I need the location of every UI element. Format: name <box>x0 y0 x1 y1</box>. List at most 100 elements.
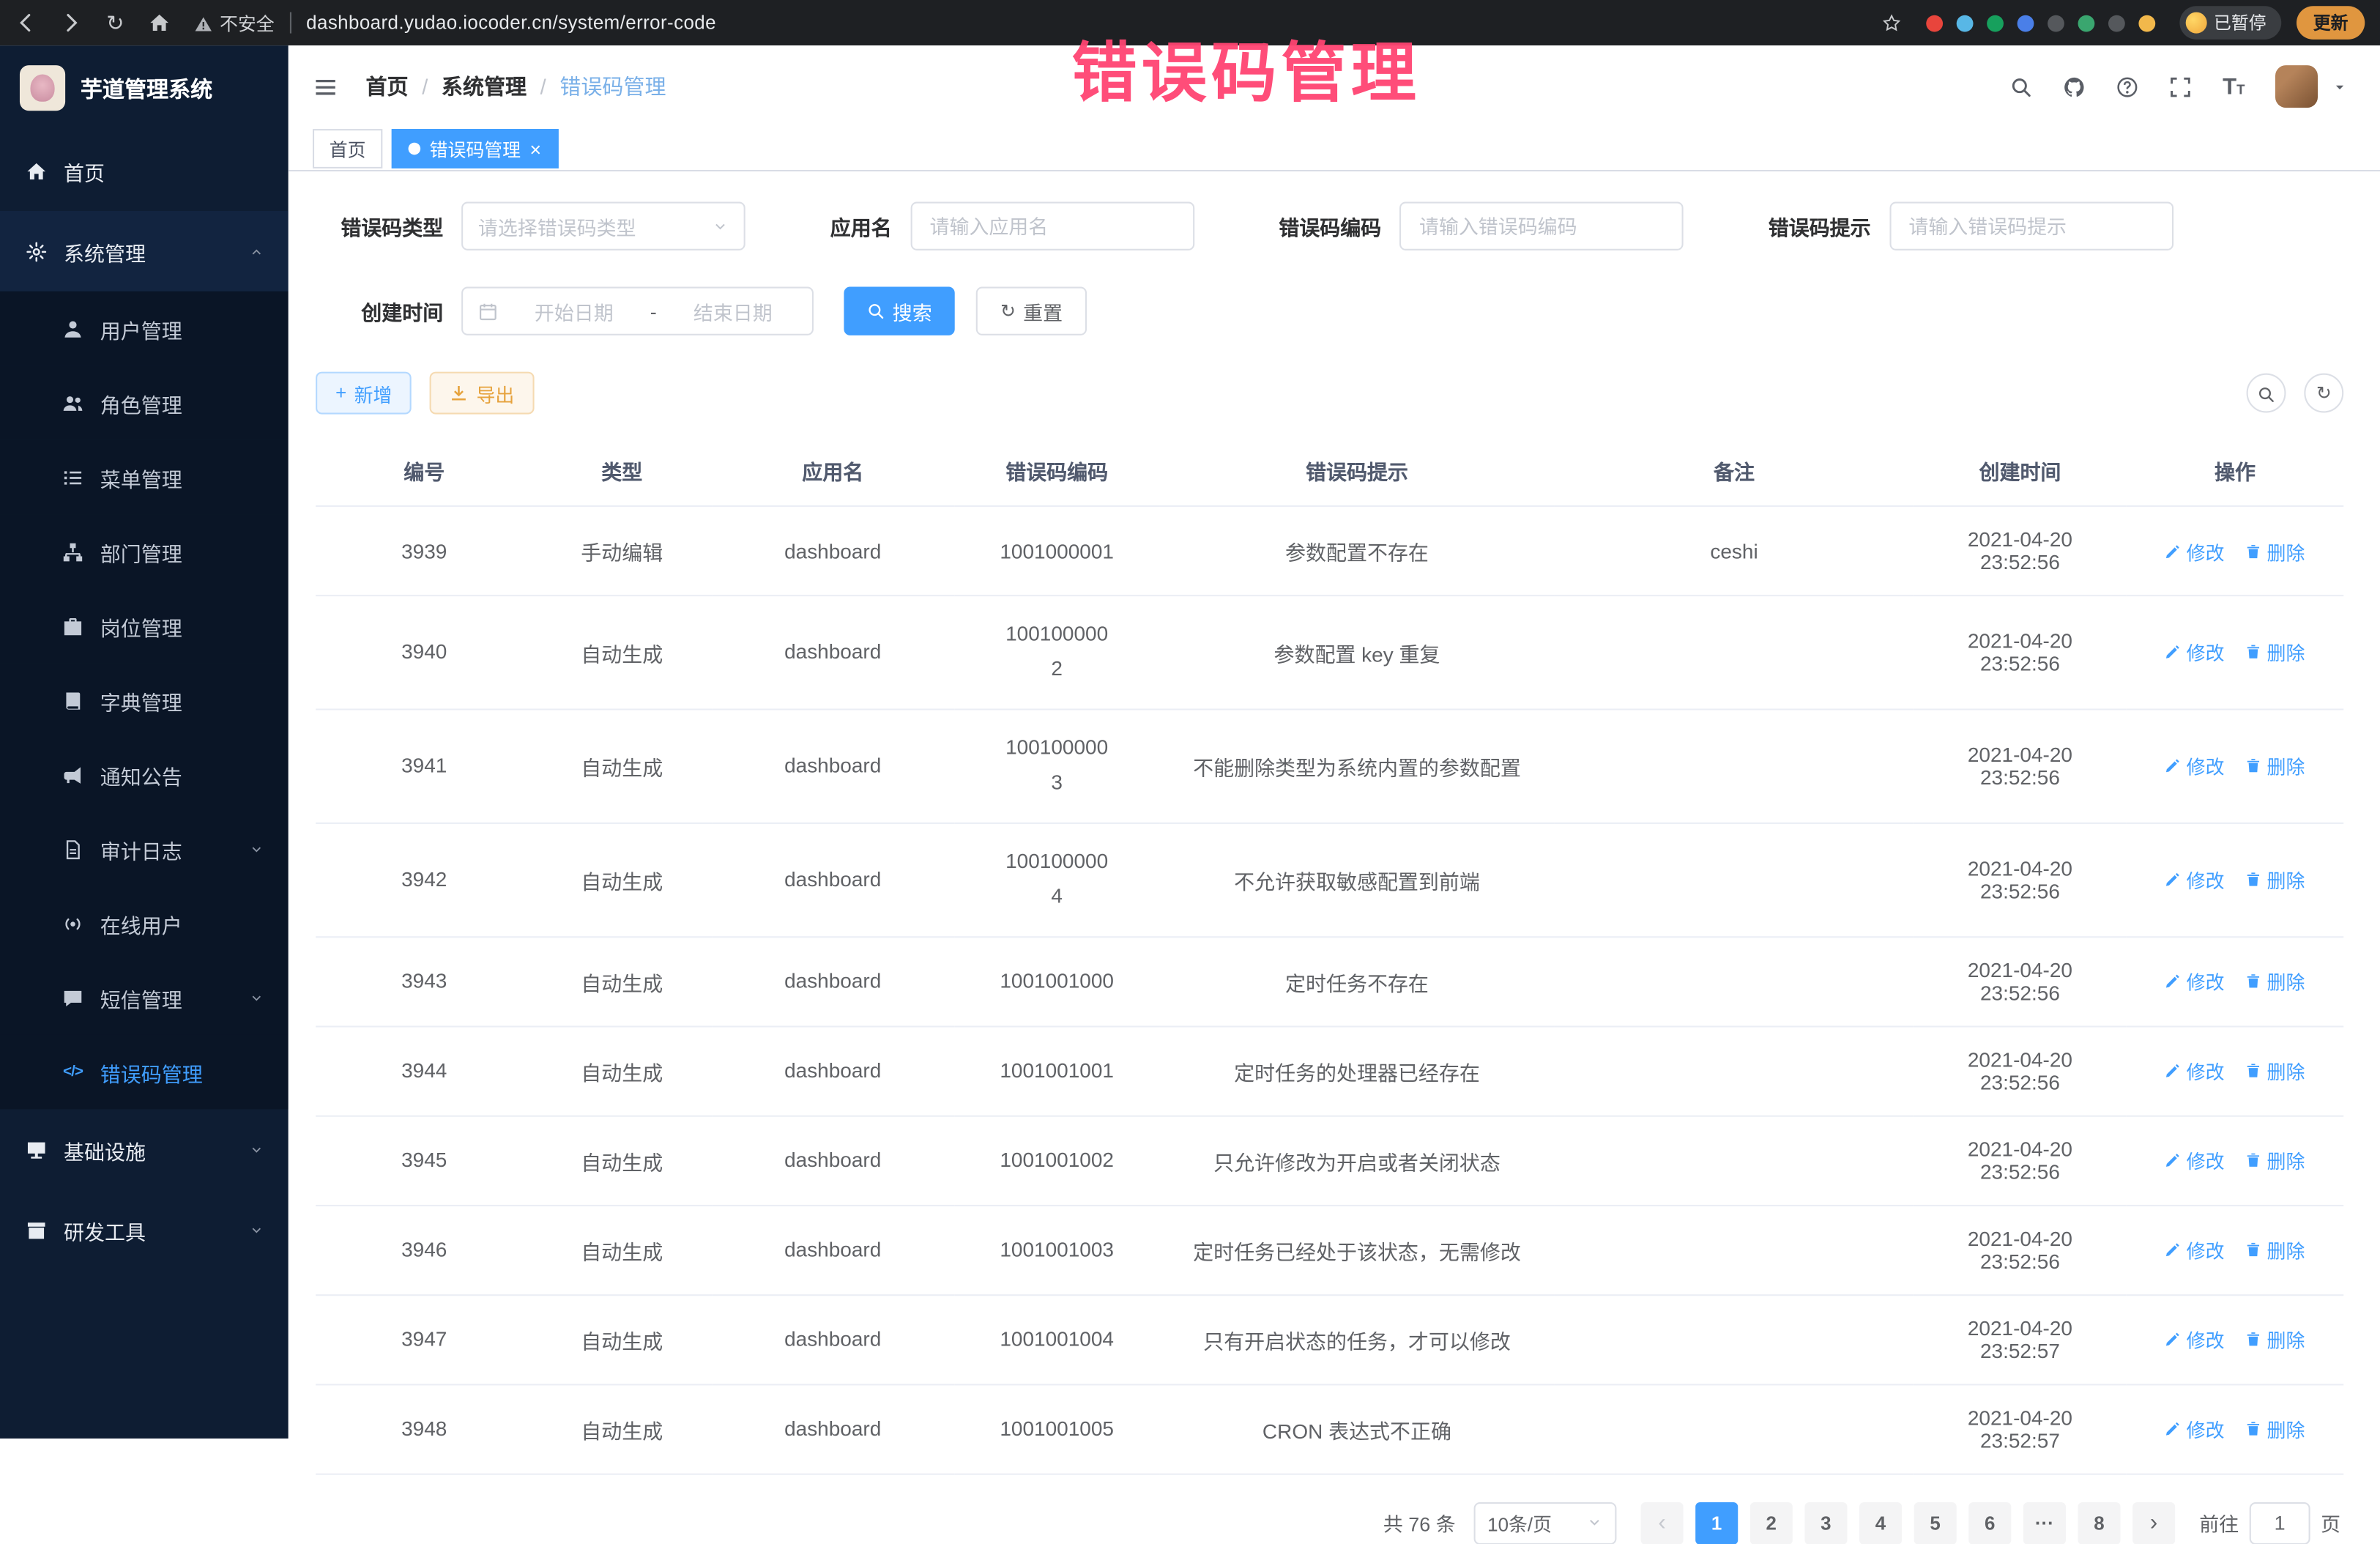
cell-id: 3944 <box>316 1026 532 1116</box>
delete-link[interactable]: 删除 <box>2246 1236 2305 1264</box>
sidebar-item-user-management[interactable]: 用户管理 <box>0 292 289 366</box>
page-button-8[interactable]: 8 <box>2078 1502 2120 1544</box>
page-button-2[interactable]: 2 <box>1750 1502 1793 1544</box>
edit-link[interactable]: 修改 <box>2165 1414 2225 1443</box>
github-icon[interactable] <box>2063 75 2086 98</box>
delete-link[interactable]: 删除 <box>2246 536 2305 565</box>
delete-link[interactable]: 删除 <box>2246 865 2305 894</box>
extension-dark-pin-icon[interactable] <box>2108 15 2124 31</box>
browser-home-icon[interactable] <box>149 12 170 34</box>
extension-teal-icon[interactable] <box>2077 15 2094 31</box>
sidebar-item-home[interactable]: 首页 <box>0 130 289 211</box>
cell-app: dashboard <box>711 1384 954 1474</box>
back-icon[interactable] <box>15 12 37 34</box>
edit-link[interactable]: 修改 <box>2165 967 2225 995</box>
caret-down-icon[interactable] <box>2333 80 2347 94</box>
refresh-icon: ↻ <box>2316 382 2332 404</box>
fullscreen-icon[interactable] <box>2170 75 2193 98</box>
sidebar-item-system-management[interactable]: 系统管理 <box>0 211 289 292</box>
start-date-placeholder: 开始日期 <box>510 297 638 325</box>
tab-error-code[interactable]: 错误码管理 × <box>392 129 558 168</box>
breadcrumb: 首页 / 系统管理 / 错误码管理 <box>366 71 666 101</box>
sidebar-item-online-users[interactable]: 在线用户 <box>0 886 289 961</box>
toggle-search-button[interactable] <box>2247 374 2286 413</box>
edit-link[interactable]: 修改 <box>2165 1325 2225 1354</box>
sidebar-item-menu-management[interactable]: 菜单管理 <box>0 440 289 515</box>
export-button[interactable]: 导出 <box>430 372 534 415</box>
sidebar-item-dev-tools[interactable]: 研发工具 <box>0 1189 289 1270</box>
tab-close-icon[interactable]: × <box>529 139 541 159</box>
goto-page-input[interactable] <box>2250 1502 2310 1544</box>
sidebar-item-post-management[interactable]: 岗位管理 <box>0 589 289 664</box>
edit-link[interactable]: 修改 <box>2165 536 2225 565</box>
app-name-input[interactable] <box>910 202 1194 250</box>
page-button-6[interactable]: 6 <box>1968 1502 2011 1544</box>
add-button[interactable]: + 新增 <box>316 372 412 415</box>
table-row: 3946自动生成dashboard1001001003定时任务已经处于该状态，无… <box>316 1205 2343 1294</box>
edit-link[interactable]: 修改 <box>2165 1236 2225 1264</box>
sidebar-item-dept-management[interactable]: 部门管理 <box>0 514 289 589</box>
security-indicator[interactable]: 不安全 <box>194 10 275 35</box>
prev-page-button[interactable]: ‹ <box>1641 1502 1684 1544</box>
breadcrumb-system[interactable]: 系统管理 <box>442 71 527 101</box>
edit-link[interactable]: 修改 <box>2165 865 2225 894</box>
reset-button[interactable]: ↻ 重置 <box>976 287 1087 335</box>
profile-avatar-icon[interactable] <box>2138 15 2154 31</box>
error-code-input[interactable] <box>1399 202 1684 250</box>
header-id: 编号 <box>316 436 532 506</box>
extension-blue-grid-icon[interactable] <box>2017 15 2034 31</box>
breadcrumb-home[interactable]: 首页 <box>366 71 409 101</box>
page-size-select[interactable]: 10条/页 <box>1474 1502 1617 1544</box>
extension-dark-on-icon[interactable] <box>2047 15 2064 31</box>
page-ellipsis[interactable]: ··· <box>2023 1502 2066 1544</box>
page-button-5[interactable]: 5 <box>1914 1502 1957 1544</box>
sidebar-item-error-code-management[interactable]: </>错误码管理 <box>0 1035 289 1110</box>
extension-lightblue-icon[interactable] <box>1956 15 1973 31</box>
extension-red-icon[interactable] <box>1925 15 1942 31</box>
delete-link[interactable]: 删除 <box>2246 1325 2305 1354</box>
sidebar-item-dict-management[interactable]: 字典管理 <box>0 663 289 738</box>
delete-link[interactable]: 删除 <box>2246 751 2305 780</box>
sidebar-item-notice[interactable]: 通知公告 <box>0 738 289 812</box>
hamburger-icon[interactable] <box>313 73 338 99</box>
delete-link[interactable]: 删除 <box>2246 1146 2305 1174</box>
delete-link[interactable]: 删除 <box>2246 1414 2305 1443</box>
page-button-3[interactable]: 3 <box>1804 1502 1847 1544</box>
extension-green-check-icon[interactable] <box>1986 15 2003 31</box>
error-hint-input[interactable] <box>1889 202 2173 250</box>
reload-icon[interactable]: ↻ <box>106 12 124 34</box>
error-type-select[interactable]: 请选择错误码类型 <box>461 202 745 250</box>
url-text[interactable]: dashboard.yudao.iocoder.cn/system/error-… <box>306 12 1882 34</box>
sidebar-item-audit-log[interactable]: 审计日志 <box>0 812 289 886</box>
paused-badge[interactable]: 已暂停 <box>2179 6 2281 40</box>
edit-link[interactable]: 修改 <box>2165 1056 2225 1085</box>
page-button-1[interactable]: 1 <box>1695 1502 1738 1544</box>
search-button[interactable]: 搜索 <box>844 287 954 335</box>
cell-type: 自动生成 <box>532 1205 711 1294</box>
logo[interactable]: 芋道管理系统 <box>0 45 289 130</box>
date-range-picker[interactable]: 开始日期 - 结束日期 <box>461 287 814 335</box>
warning-icon <box>194 12 212 34</box>
sidebar-item-role-management[interactable]: 角色管理 <box>0 365 289 440</box>
next-page-button[interactable]: › <box>2132 1502 2175 1544</box>
edit-link[interactable]: 修改 <box>2165 1146 2225 1174</box>
forward-icon[interactable] <box>61 12 82 34</box>
help-icon[interactable] <box>2116 75 2139 98</box>
update-button[interactable]: 更新 <box>2297 6 2365 40</box>
delete-link[interactable]: 删除 <box>2246 1056 2305 1085</box>
refresh-table-button[interactable]: ↻ <box>2304 374 2343 413</box>
bookmark-star-icon[interactable] <box>1882 12 1901 34</box>
delete-link[interactable]: 删除 <box>2246 967 2305 995</box>
search-icon[interactable] <box>2010 75 2033 98</box>
page-button-4[interactable]: 4 <box>1859 1502 1902 1544</box>
edit-link[interactable]: 修改 <box>2165 638 2225 667</box>
user-avatar[interactable] <box>2275 65 2318 108</box>
cell-time: 2021-04-20 23:52:56 <box>1914 1026 2127 1116</box>
tab-home[interactable]: 首页 <box>313 129 382 168</box>
sidebar-item-infrastructure[interactable]: 基础设施 <box>0 1109 289 1189</box>
font-size-icon[interactable]: TT <box>2223 75 2245 98</box>
cell-code: 1001001000 <box>954 936 1159 1025</box>
delete-link[interactable]: 删除 <box>2246 638 2305 667</box>
edit-link[interactable]: 修改 <box>2165 751 2225 780</box>
sidebar-item-sms-management[interactable]: 短信管理 <box>0 960 289 1035</box>
